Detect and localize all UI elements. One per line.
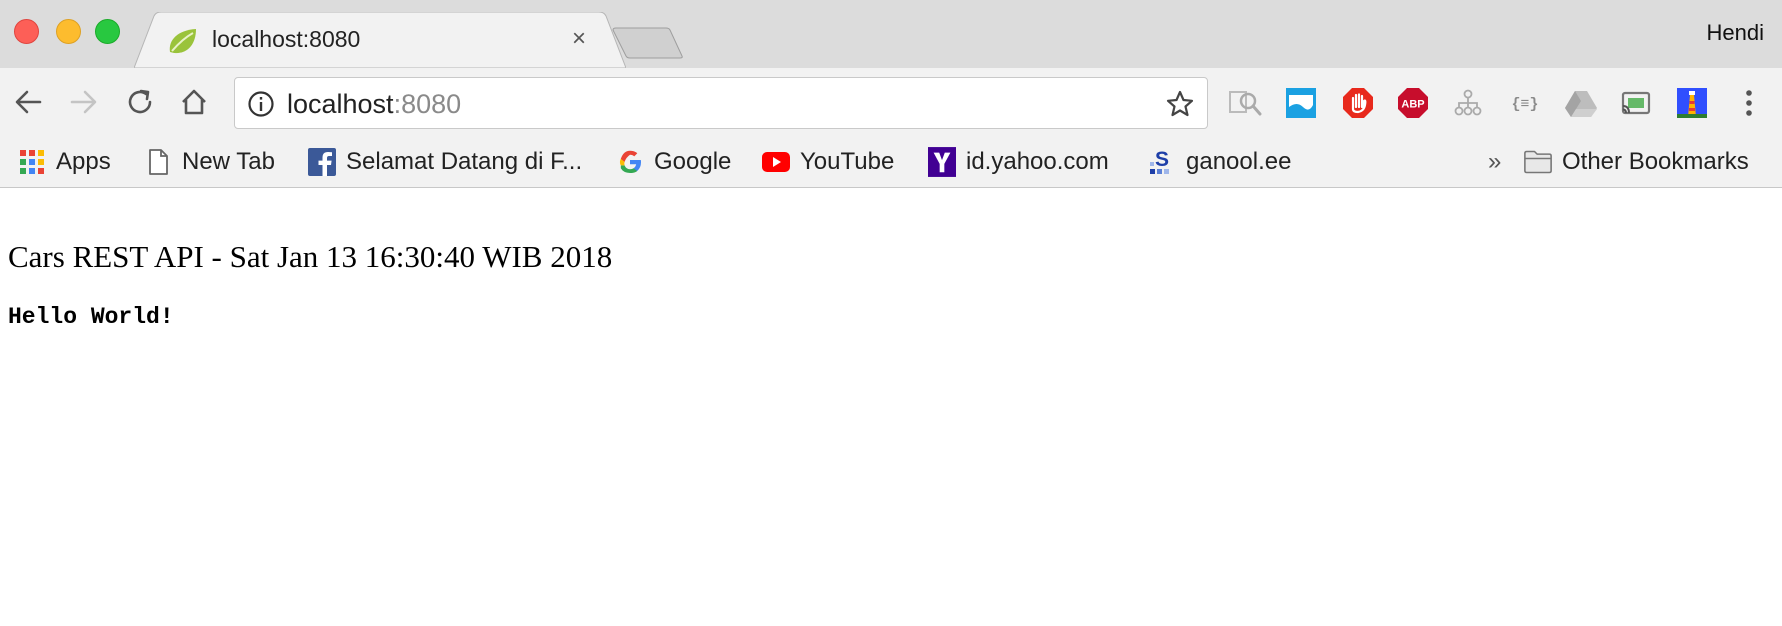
bookmarks-overflow-chevron-icon[interactable]: » (1488, 148, 1501, 176)
bookmark-other-bookmarks[interactable]: Other Bookmarks (1524, 144, 1749, 180)
bookmark-yahoo[interactable]: id.yahoo.com (928, 144, 1109, 180)
hello-world-text: Hello World! (8, 304, 174, 330)
svg-text:{≡}: {≡} (1511, 96, 1538, 113)
json-formatter-icon[interactable]: {≡} (1508, 86, 1542, 120)
bookmark-star-icon[interactable] (1165, 89, 1195, 119)
info-icon[interactable] (247, 90, 275, 118)
bookmark-label: Other Bookmarks (1562, 148, 1749, 175)
menu-dots-icon[interactable] (1732, 86, 1766, 120)
back-button[interactable] (10, 84, 46, 120)
window-close-button[interactable] (14, 19, 39, 44)
back-arrow-icon (15, 90, 42, 114)
bookmark-label: New Tab (182, 148, 275, 175)
forward-arrow-icon (70, 90, 97, 114)
bookmarks-bar: Apps New Tab Selamat Datang di F... Goog… (0, 136, 1782, 188)
facebook-icon (308, 148, 336, 176)
lighthouse-icon[interactable] (1675, 86, 1709, 120)
window-minimize-button[interactable] (56, 19, 81, 44)
new-tab-button[interactable] (612, 27, 686, 59)
home-icon (182, 89, 206, 115)
bookmark-label: id.yahoo.com (966, 148, 1109, 175)
bookmark-label: Apps (56, 148, 111, 175)
address-bar[interactable]: localhost:8080 (234, 77, 1208, 129)
tab-title: localhost:8080 (212, 26, 361, 52)
active-tab[interactable]: localhost:8080 × (134, 12, 626, 68)
ganool-icon: S (1148, 148, 1176, 176)
url-host: localhost (287, 89, 394, 119)
apps-grid-icon (18, 148, 46, 176)
profile-name[interactable]: Hendi (1707, 20, 1764, 46)
svg-text:ABP: ABP (1401, 99, 1424, 111)
bookmark-google[interactable]: Google (616, 144, 731, 180)
cast-icon[interactable] (1619, 86, 1653, 120)
bookmark-label: Google (654, 148, 732, 175)
page-heading: Cars REST API - Sat Jan 13 16:30:40 WIB … (8, 239, 613, 274)
window-maximize-button[interactable] (95, 19, 120, 44)
window-resizer-icon[interactable] (1284, 86, 1318, 120)
google-drive-icon[interactable] (1564, 86, 1598, 120)
folder-icon (1524, 148, 1552, 176)
url-port: :8080 (393, 89, 462, 119)
svg-text:S: S (1155, 148, 1169, 171)
bookmark-youtube[interactable]: YouTube (762, 144, 894, 180)
reload-icon (128, 89, 152, 114)
tab-shape (134, 12, 626, 68)
bookmark-new-tab[interactable]: New Tab (144, 144, 275, 180)
magnifier-icon[interactable] (1228, 86, 1262, 120)
adblock-hand-icon[interactable] (1341, 86, 1375, 120)
reload-button[interactable] (122, 84, 158, 120)
toolbar: localhost:8080 ABP {≡} (0, 68, 1782, 136)
home-button[interactable] (176, 84, 212, 120)
page-content: Cars REST API - Sat Jan 13 16:30:40 WIB … (0, 188, 1782, 626)
tab-close-icon[interactable]: × (566, 26, 592, 52)
url-text[interactable]: localhost:8080 (287, 88, 461, 120)
youtube-icon (762, 148, 790, 176)
tab-strip: localhost:8080 × Hendi (0, 0, 1782, 68)
google-icon (616, 148, 644, 176)
spring-leaf-icon (166, 26, 200, 56)
page-icon (144, 148, 172, 176)
bookmark-label: ganool.ee (1186, 148, 1292, 175)
bookmark-apps[interactable]: Apps (18, 144, 111, 180)
bookmark-label: Selamat Datang di F... (346, 148, 583, 175)
bookmark-label: YouTube (800, 148, 895, 175)
forward-button[interactable] (66, 84, 102, 120)
bookmark-ganool[interactable]: S ganool.ee (1148, 144, 1291, 180)
adblock-plus-icon[interactable]: ABP (1396, 86, 1430, 120)
sitemap-icon[interactable] (1451, 86, 1485, 120)
bookmark-facebook[interactable]: Selamat Datang di F... (308, 144, 582, 180)
yahoo-icon (928, 147, 956, 177)
